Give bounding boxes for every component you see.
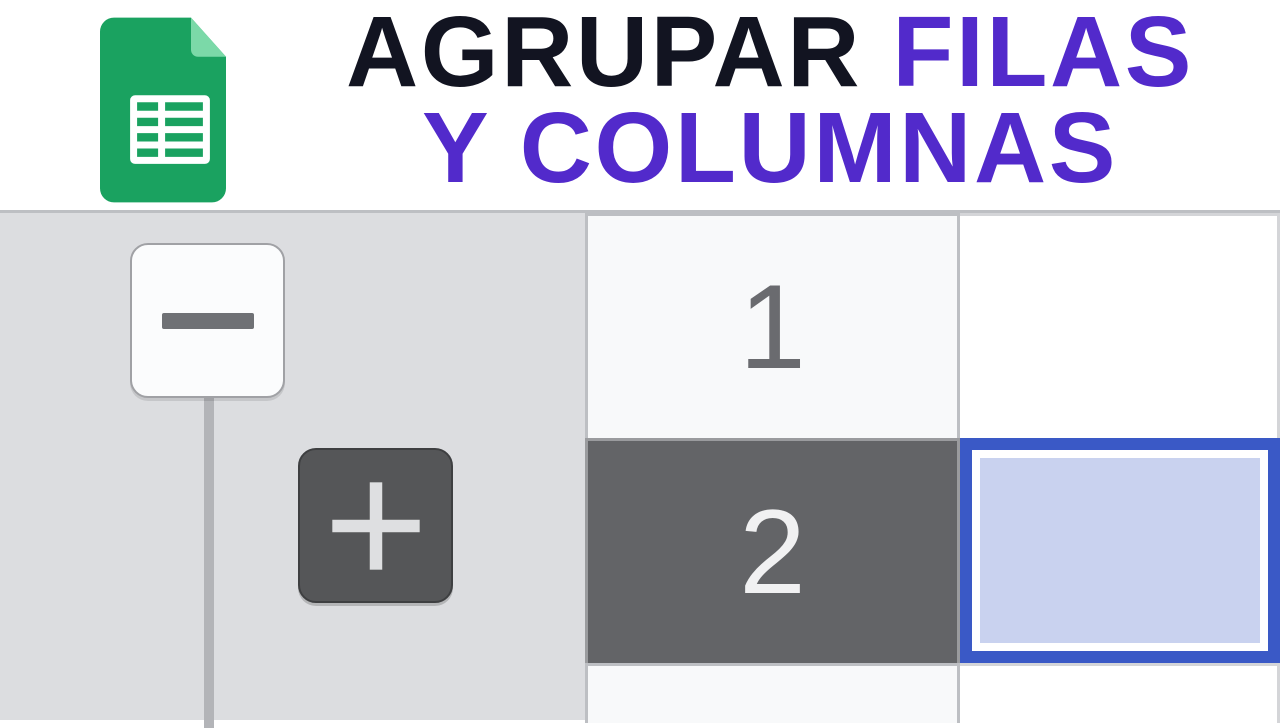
minus-icon <box>162 313 254 329</box>
title-line-1: AGRUPAR FILAS <box>270 2 1270 102</box>
spreadsheet-closeup: 1 2 <box>0 210 1280 720</box>
plus-icon <box>324 474 428 578</box>
group-outline-line <box>204 398 214 728</box>
page-title: AGRUPAR FILAS Y COLUMNAS <box>270 2 1270 198</box>
cell-a2-selected[interactable] <box>960 438 1280 663</box>
cell-a1[interactable] <box>960 213 1280 438</box>
row-header-column: 1 2 <box>585 213 960 723</box>
cells-column-a <box>960 213 1280 723</box>
row-header-1[interactable]: 1 <box>585 213 960 438</box>
expand-group-button[interactable] <box>298 448 453 603</box>
row-number: 2 <box>739 483 806 621</box>
title-line-2: Y COLUMNAS <box>270 98 1270 198</box>
row-number: 1 <box>739 258 806 396</box>
row-header-3[interactable] <box>585 663 960 723</box>
grouping-gutter <box>0 210 585 720</box>
collapse-group-button[interactable] <box>130 243 285 398</box>
google-sheets-icon <box>100 15 240 205</box>
title-banner: AGRUPAR FILAS Y COLUMNAS <box>0 0 1280 210</box>
row-header-2[interactable]: 2 <box>585 438 960 663</box>
cell-a3[interactable] <box>960 663 1280 723</box>
